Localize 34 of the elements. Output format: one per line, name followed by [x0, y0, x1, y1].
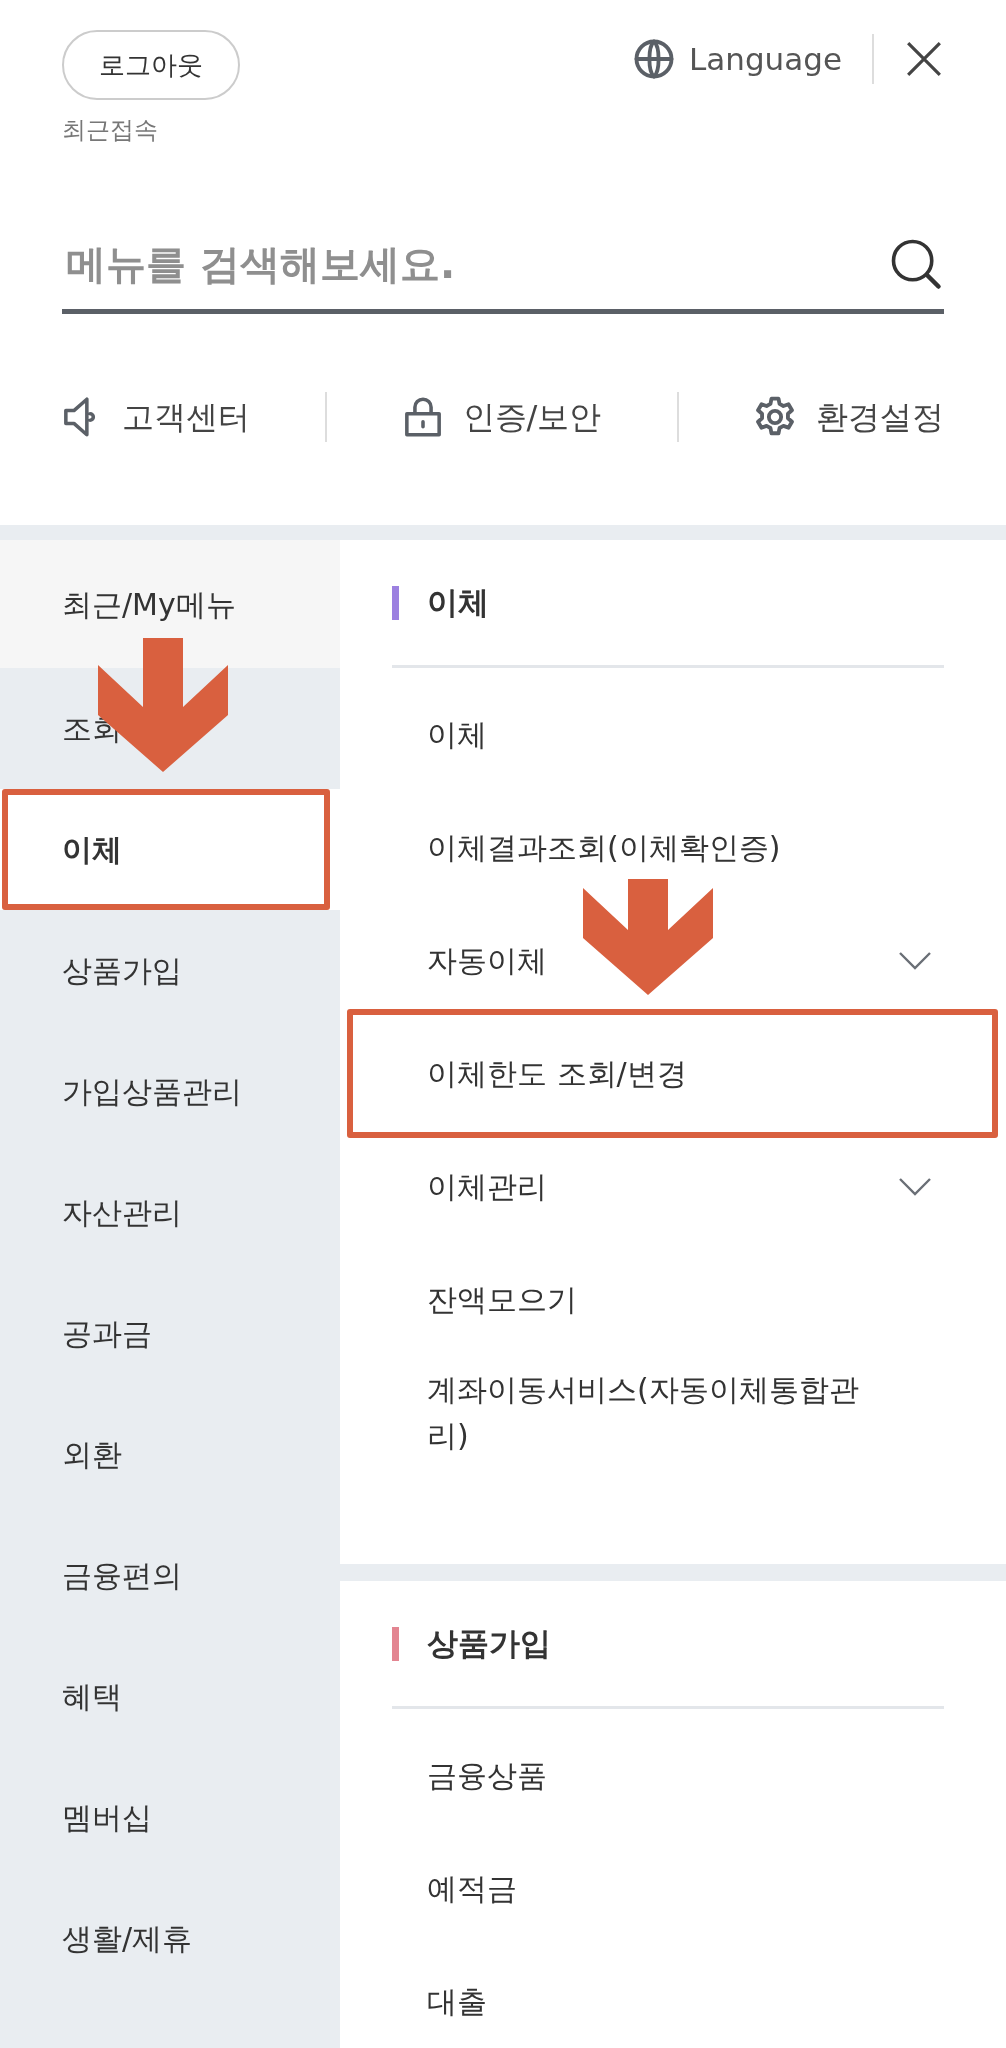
menu-item[interactable]: 대출	[427, 1978, 487, 2025]
section-title: 상품가입	[427, 1624, 551, 1664]
lock-icon	[402, 396, 443, 438]
category-item[interactable]: 생활/제휴	[0, 1878, 340, 1999]
category-item[interactable]: 금융편의	[0, 1515, 340, 1636]
menu-item[interactable]: 예적금	[427, 1865, 517, 1912]
category-item[interactable]: 자산관리	[0, 1152, 340, 1273]
category-item[interactable]: 외환	[0, 1394, 340, 1515]
category-item[interactable]: 혜택	[0, 1636, 340, 1757]
menu-item[interactable]: 이체한도 조회/변경	[427, 1050, 687, 1097]
menu-item[interactable]: 이체관리	[427, 1163, 547, 1210]
category-item[interactable]: 멤버십	[0, 1757, 340, 1878]
section-title: 이체	[427, 583, 489, 623]
search-field[interactable]: 메뉴를 검색해보세요.	[62, 233, 888, 294]
category-item[interactable]: 이체	[0, 789, 340, 910]
quick-link[interactable]: 고객센터	[62, 393, 250, 441]
quick-link[interactable]: 환경설정	[753, 393, 944, 441]
category-item[interactable]: 공과금	[0, 1273, 340, 1394]
menu-item[interactable]: 계좌이동서비스(자동이체통합관리)	[427, 1366, 877, 1459]
menu-item[interactable]: 이체결과조회(이체확인증)	[427, 824, 781, 871]
menu-item[interactable]: 이체	[427, 711, 487, 758]
category-item[interactable]: 최근/My메뉴	[0, 540, 340, 668]
close-button[interactable]	[904, 39, 944, 79]
language-button[interactable]: Language	[633, 35, 842, 83]
menu-item[interactable]: 자동이체	[427, 937, 547, 984]
menu-item[interactable]: 잔액모으기	[427, 1276, 577, 1323]
menu-item[interactable]: 금융상품	[427, 1752, 547, 1799]
gear-icon	[753, 396, 796, 438]
category-item[interactable]: 가입상품관리	[0, 1031, 340, 1152]
category-item[interactable]: 상품가입	[0, 910, 340, 1031]
quick-link[interactable]: 인증/보안	[402, 393, 602, 441]
recent-access-label: 최근접속	[62, 115, 159, 146]
logout-button[interactable]: 로그아웃	[62, 30, 240, 100]
globe-icon	[633, 38, 675, 80]
